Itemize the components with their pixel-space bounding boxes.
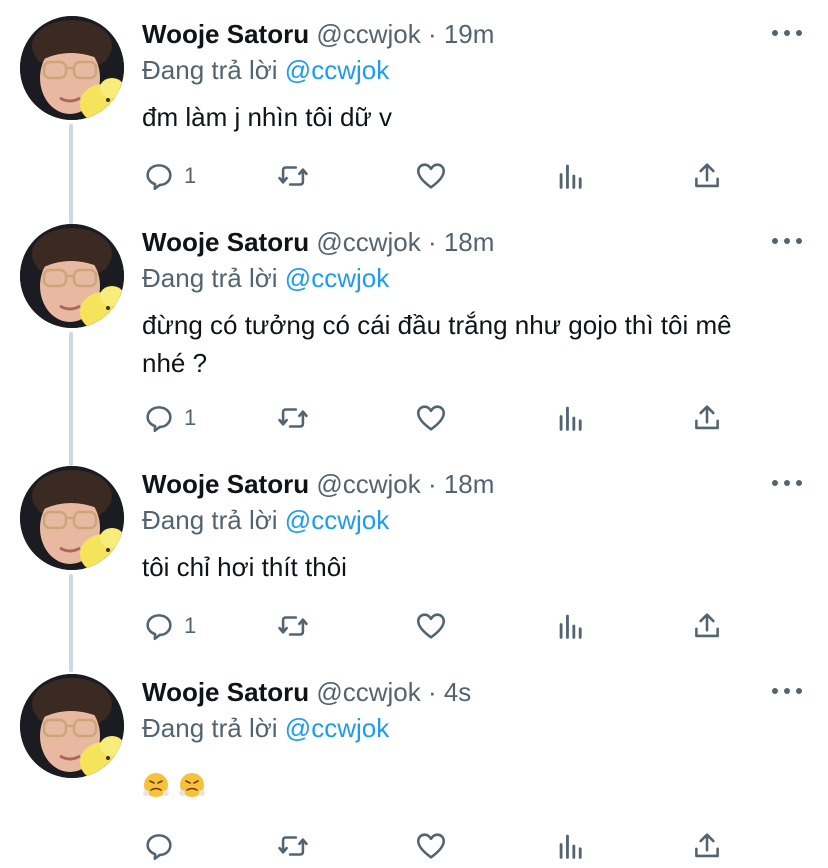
tweet-actions: 1 bbox=[142, 608, 742, 644]
reply-bubble-icon bbox=[146, 406, 172, 433]
tweet-text: tôi chỉ hơi thít thôi bbox=[142, 552, 347, 582]
reply-context: Đang trả lời @ccwjok bbox=[142, 712, 389, 744]
reply-context: Đang trả lời @ccwjok bbox=[142, 262, 389, 294]
heart-icon bbox=[416, 405, 446, 431]
share-upload-icon bbox=[695, 613, 719, 638]
reply-bubble-icon bbox=[146, 614, 172, 641]
share-button[interactable] bbox=[690, 608, 724, 644]
tweet-text bbox=[142, 764, 782, 802]
reply-prefix: Đang trả lời bbox=[142, 55, 278, 85]
reply-button[interactable]: 1 bbox=[142, 158, 196, 194]
reply-count: 1 bbox=[184, 613, 197, 638]
reply-mention-link[interactable]: @ccwjok bbox=[285, 55, 389, 85]
tweet[interactable]: Wooje Satoru @ccwjok · 19m Đang trả lời … bbox=[0, 16, 828, 206]
tweet-actions bbox=[142, 828, 742, 864]
stats-bars-icon bbox=[559, 834, 582, 859]
share-upload-icon bbox=[695, 405, 719, 430]
share-upload-icon bbox=[695, 163, 719, 188]
retweet-icon bbox=[278, 616, 308, 636]
tweet-header: Wooje Satoru @ccwjok · 4s bbox=[142, 676, 471, 708]
tweet-header: Wooje Satoru @ccwjok · 18m bbox=[142, 468, 494, 500]
reply-count: 1 bbox=[184, 405, 197, 430]
stats-button[interactable] bbox=[554, 400, 588, 436]
tweet[interactable]: Wooje Satoru @ccwjok · 18m Đang trả lời … bbox=[0, 466, 828, 656]
stats-button[interactable] bbox=[554, 608, 588, 644]
reply-prefix: Đang trả lời bbox=[142, 713, 278, 743]
heart-icon bbox=[416, 833, 446, 859]
share-button[interactable] bbox=[690, 828, 724, 864]
reply-prefix: Đang trả lời bbox=[142, 505, 278, 535]
handle[interactable]: @ccwjok bbox=[316, 227, 420, 257]
like-button[interactable] bbox=[414, 828, 448, 864]
more-dots-icon[interactable] bbox=[772, 26, 802, 40]
handle[interactable]: @ccwjok bbox=[316, 677, 420, 707]
reply-mention-link[interactable]: @ccwjok bbox=[285, 713, 389, 743]
handle[interactable]: @ccwjok bbox=[316, 469, 420, 499]
display-name[interactable]: Wooje Satoru bbox=[142, 227, 309, 257]
heart-icon bbox=[416, 163, 446, 189]
retweet-button[interactable] bbox=[276, 608, 310, 644]
like-button[interactable] bbox=[414, 158, 448, 194]
retweet-button[interactable] bbox=[276, 400, 310, 436]
share-button[interactable] bbox=[690, 158, 724, 194]
more-dots-icon[interactable] bbox=[772, 234, 802, 248]
like-button[interactable] bbox=[414, 608, 448, 644]
like-button[interactable] bbox=[414, 400, 448, 436]
reply-button[interactable]: 1 bbox=[142, 608, 196, 644]
timestamp[interactable]: · 18m bbox=[428, 469, 494, 499]
tweet-text: đm làm j nhìn tôi dữ v bbox=[142, 102, 393, 132]
reply-context: Đang trả lời @ccwjok bbox=[142, 504, 389, 536]
reply-mention-link[interactable]: @ccwjok bbox=[285, 505, 389, 535]
retweet-icon bbox=[278, 408, 308, 428]
tweet-text: đừng có tưởng có cái đầu trắng như gojo … bbox=[142, 310, 732, 378]
avatar[interactable] bbox=[20, 466, 124, 570]
reply-prefix: Đang trả lời bbox=[142, 263, 278, 293]
handle[interactable]: @ccwjok bbox=[316, 19, 420, 49]
stats-button[interactable] bbox=[554, 158, 588, 194]
timestamp[interactable]: · 18m bbox=[428, 227, 494, 257]
avatar[interactable] bbox=[20, 224, 124, 328]
avatar[interactable] bbox=[20, 674, 124, 778]
retweet-button[interactable] bbox=[276, 158, 310, 194]
stats-bars-icon bbox=[559, 164, 582, 189]
tweet-header: Wooje Satoru @ccwjok · 18m bbox=[142, 226, 494, 258]
tweet-actions: 1 bbox=[142, 158, 742, 194]
reply-context: Đang trả lời @ccwjok bbox=[142, 54, 389, 86]
stats-bars-icon bbox=[559, 406, 582, 431]
reply-count: 1 bbox=[184, 163, 197, 188]
tweet[interactable]: Wooje Satoru @ccwjok · 4s Đang trả lời @… bbox=[0, 674, 828, 864]
face-with-steam-emoji bbox=[179, 773, 205, 798]
tweet[interactable]: Wooje Satoru @ccwjok · 18m Đang trả lời … bbox=[0, 224, 828, 454]
more-dots-icon[interactable] bbox=[772, 476, 802, 490]
tweet-actions: 1 bbox=[142, 400, 742, 436]
timestamp[interactable]: · 4s bbox=[428, 677, 471, 707]
reply-button[interactable]: 1 bbox=[142, 400, 196, 436]
reply-button[interactable] bbox=[142, 828, 184, 864]
reply-bubble-icon bbox=[146, 834, 172, 861]
avatar[interactable] bbox=[20, 16, 124, 120]
timestamp[interactable]: · 19m bbox=[428, 19, 494, 49]
display-name[interactable]: Wooje Satoru bbox=[142, 469, 309, 499]
stats-bars-icon bbox=[559, 614, 582, 639]
face-with-steam-emoji bbox=[143, 773, 169, 798]
display-name[interactable]: Wooje Satoru bbox=[142, 677, 309, 707]
more-dots-icon[interactable] bbox=[772, 684, 802, 698]
retweet-icon bbox=[278, 166, 308, 186]
share-button[interactable] bbox=[690, 400, 724, 436]
stats-button[interactable] bbox=[554, 828, 588, 864]
heart-icon bbox=[416, 613, 446, 639]
display-name[interactable]: Wooje Satoru bbox=[142, 19, 309, 49]
reply-mention-link[interactable]: @ccwjok bbox=[285, 263, 389, 293]
share-upload-icon bbox=[695, 833, 719, 858]
retweet-icon bbox=[278, 836, 308, 856]
reply-bubble-icon bbox=[146, 164, 172, 191]
tweet-header: Wooje Satoru @ccwjok · 19m bbox=[142, 18, 494, 50]
retweet-button[interactable] bbox=[276, 828, 310, 864]
